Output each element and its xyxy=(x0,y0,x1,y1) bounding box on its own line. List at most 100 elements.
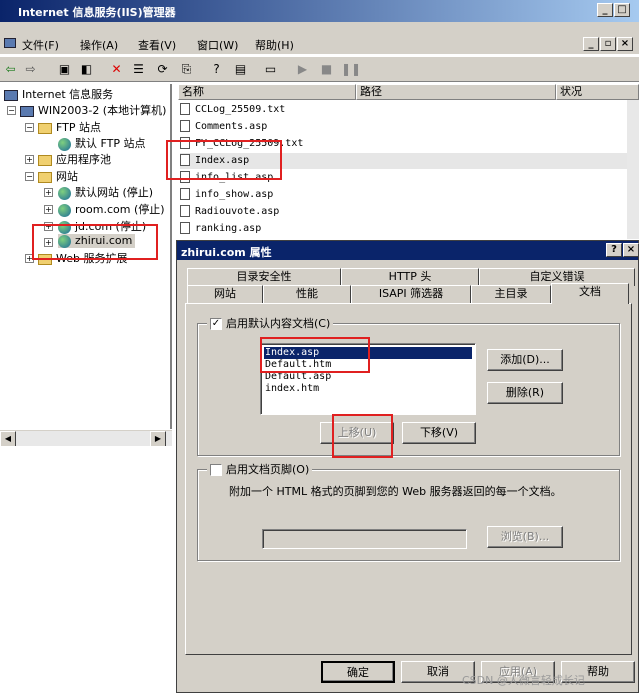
play-icon[interactable]: ▶ xyxy=(294,61,311,78)
collapse-icon[interactable]: − xyxy=(7,106,16,115)
enable-footer-label: 启用文档页脚(O) xyxy=(226,463,310,476)
tab-performance[interactable]: 性能 xyxy=(263,285,351,303)
enable-default-label: 启用默认内容文档(C) xyxy=(226,317,331,330)
up-folder-icon[interactable]: ▣ xyxy=(56,61,73,78)
list-vscrollbar[interactable] xyxy=(627,100,639,239)
titlebar-strip xyxy=(0,22,639,34)
checkbox-unchecked-icon[interactable] xyxy=(210,464,222,476)
file-name: Comments.asp xyxy=(195,121,268,132)
list-item[interactable]: info_show.asp xyxy=(180,187,273,203)
list-item[interactable]: index.htm xyxy=(264,383,472,395)
file-name: CCLog_25509.txt xyxy=(195,104,286,115)
child-minimize-icon[interactable]: _ xyxy=(583,37,599,51)
highlight-box xyxy=(32,224,158,260)
refresh-icon[interactable]: ⟳ xyxy=(154,61,171,78)
file-list: 名称 路径 状况 CCLog_25509.txt Comments.asp FY… xyxy=(166,84,639,239)
tab-directory-security[interactable]: 目录安全性 xyxy=(187,268,341,286)
tab-home-directory[interactable]: 主目录 xyxy=(471,285,551,303)
stop-icon[interactable]: ■ xyxy=(318,61,335,78)
close-icon[interactable]: × xyxy=(623,243,639,257)
browse-button[interactable]: 浏览(B)... xyxy=(487,526,563,548)
tree-app-pools-label: 应用程序池 xyxy=(56,153,111,166)
back-icon[interactable]: ⇦ xyxy=(2,61,19,78)
tree-ftp-default-label: 默认 FTP 站点 xyxy=(75,137,146,150)
folder-icon xyxy=(38,154,52,166)
tab-documents[interactable]: 文档 xyxy=(551,283,629,304)
app-icon xyxy=(4,38,16,48)
tab-isapi-filters[interactable]: ISAPI 筛选器 xyxy=(351,285,471,303)
delete-icon[interactable]: ✕ xyxy=(108,61,125,78)
collapse-icon[interactable]: − xyxy=(25,172,34,181)
file-name: Radiouvote.asp xyxy=(195,206,280,217)
help-icon[interactable]: ? xyxy=(208,61,225,78)
collapse-icon[interactable]: − xyxy=(25,123,34,132)
folder-icon xyxy=(38,122,52,134)
scroll-right-icon[interactable]: ▶ xyxy=(150,431,166,447)
properties-icon[interactable]: ☰ xyxy=(130,61,147,78)
tree-site-label: 默认网站 (停止) xyxy=(75,186,154,199)
enable-footer[interactable]: 启用文档页脚(O) xyxy=(207,461,313,477)
forward-icon[interactable]: ⇨ xyxy=(22,61,39,78)
remove-button[interactable]: 删除(R) xyxy=(487,382,563,404)
dialog-title: zhirui.com 属性 xyxy=(181,246,272,259)
minimize-icon[interactable]: _ xyxy=(597,3,613,17)
expand-icon[interactable]: + xyxy=(25,155,34,164)
toolbar: ⇦ ⇨ ▣ ◧ ✕ ☰ ⟳ ⎘ ? ▤ ▭ ▶ ■ ❚❚ xyxy=(0,56,639,82)
computer-icon[interactable]: ▭ xyxy=(262,61,279,78)
tab-website[interactable]: 网站 xyxy=(187,285,263,303)
ok-button[interactable]: 确定 xyxy=(321,661,395,683)
tree-site-label: room.com (停止) xyxy=(75,203,165,216)
pause-icon[interactable]: ❚❚ xyxy=(341,61,361,78)
menu-view[interactable]: 查看(V) xyxy=(138,37,176,53)
move-down-button[interactable]: 下移(V) xyxy=(402,422,476,444)
menu-window[interactable]: 窗口(W) xyxy=(197,37,238,53)
tree-site[interactable]: 默认网站 (停止) xyxy=(58,184,153,200)
watermark: CSDN @人微言轻成长记 xyxy=(462,674,585,687)
list-item[interactable]: Radiouvote.asp xyxy=(180,204,279,220)
col-name[interactable]: 名称 xyxy=(178,84,356,100)
help-icon[interactable]: ? xyxy=(606,243,622,257)
tree-ftp[interactable]: FTP 站点 xyxy=(38,119,101,135)
menu-file[interactable]: 文件(F) xyxy=(22,37,59,53)
tab-http-headers[interactable]: HTTP 头 xyxy=(341,268,479,286)
add-button[interactable]: 添加(D)... xyxy=(487,349,563,371)
file-icon xyxy=(180,222,190,234)
tree-app-pools[interactable]: 应用程序池 xyxy=(38,151,111,167)
show-tree-icon[interactable]: ◧ xyxy=(78,61,95,78)
tree-site[interactable]: room.com (停止) xyxy=(58,201,165,217)
tree-ftp-default[interactable]: 默认 FTP 站点 xyxy=(58,135,145,151)
enable-default-docs[interactable]: ✓ 启用默认内容文档(C) xyxy=(207,315,334,331)
col-status[interactable]: 状况 xyxy=(556,84,639,100)
child-close-icon[interactable]: × xyxy=(617,37,633,51)
file-icon xyxy=(180,205,190,217)
menu-help[interactable]: 帮助(H) xyxy=(255,37,294,53)
footer-description: 附加一个 HTML 格式的页脚到您的 Web 服务器返回的每一个文档。 xyxy=(229,485,562,498)
console-icon[interactable]: ▤ xyxy=(232,61,249,78)
scroll-left-icon[interactable]: ◀ xyxy=(0,431,16,447)
tree-websites-label: 网站 xyxy=(56,170,78,183)
tree-root[interactable]: Internet 信息服务 xyxy=(4,86,113,102)
footer-path-field[interactable] xyxy=(262,529,467,549)
export-icon[interactable]: ⎘ xyxy=(178,61,195,78)
expand-icon[interactable]: + xyxy=(44,188,53,197)
maximize-icon[interactable]: □ xyxy=(614,3,630,17)
checkbox-checked-icon[interactable]: ✓ xyxy=(210,318,222,330)
properties-dialog: zhirui.com 属性 ? × 目录安全性 HTTP 头 自定义错误 网站 … xyxy=(176,240,639,693)
tree-computer[interactable]: WIN2003-2 (本地计算机) xyxy=(20,102,166,118)
site-icon xyxy=(58,186,71,200)
dialog-titlebar: zhirui.com 属性 ? × xyxy=(177,241,639,260)
tree-hscrollbar[interactable]: ◀ ▶ xyxy=(0,430,172,447)
tree-websites[interactable]: 网站 xyxy=(38,168,78,184)
tree-pane: Internet 信息服务 − WIN2003-2 (本地计算机) − FTP … xyxy=(0,84,172,429)
tree-ftp-label: FTP 站点 xyxy=(56,121,101,134)
list-item[interactable]: ranking.asp xyxy=(180,221,261,237)
window-title: Internet 信息服务(IIS)管理器 xyxy=(18,6,176,19)
list-item[interactable]: CCLog_25509.txt xyxy=(180,102,285,118)
menu-action[interactable]: 操作(A) xyxy=(80,37,118,53)
child-restore-icon[interactable]: ▫ xyxy=(600,37,616,51)
highlight-box xyxy=(332,414,393,458)
col-path[interactable]: 路径 xyxy=(356,84,556,100)
file-name: ranking.asp xyxy=(195,223,262,234)
list-item[interactable]: Comments.asp xyxy=(180,119,267,135)
expand-icon[interactable]: + xyxy=(44,205,53,214)
